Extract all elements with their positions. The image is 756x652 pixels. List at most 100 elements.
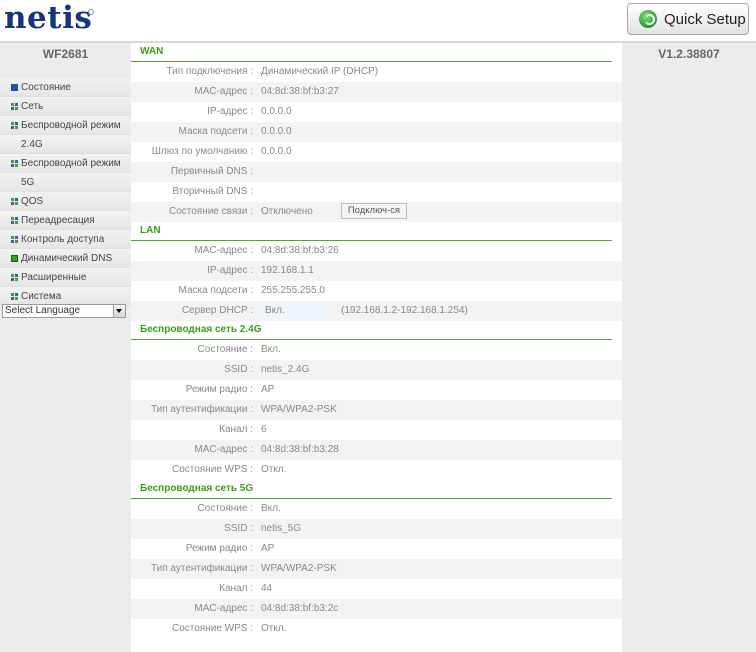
info-value: Динамический IP (DHCP)	[261, 66, 379, 77]
info-row: Состояние : Вкл.	[131, 499, 622, 519]
section-title: WAN	[131, 43, 612, 62]
info-row: Состояние WPS : Откл.	[131, 460, 622, 480]
info-value: WPA/WPA2-PSK	[261, 404, 337, 415]
wireless-5g-section: Беспроводная сеть 5G Состояние : Вкл. SSID …	[131, 480, 622, 639]
registered-mark-icon	[88, 9, 94, 15]
sidebar-menu: Состояние Сеть Беспроводной режим 2.4G Беспр…	[0, 78, 131, 306]
refresh-icon	[639, 10, 657, 28]
info-value: 0.0.0.0	[261, 126, 292, 137]
info-value: 255.255.255.0	[261, 285, 325, 296]
sidebar-item-label: QOS	[21, 196, 44, 207]
info-row: MAC-адрес : 04:8d:38:bf:b3:2c	[131, 599, 622, 619]
info-label: Маска подсети :	[178, 126, 253, 137]
info-row: SSID : netis_5G	[131, 519, 622, 539]
sidebar-item-label: Беспроводной режим	[21, 120, 121, 131]
sidebar-item[interactable]: Состояние	[0, 78, 131, 97]
sidebar-item[interactable]: 2.4G	[0, 135, 131, 154]
info-value: 04:8d:38:bf:b3:27	[261, 86, 339, 97]
info-label: MAC-адрес :	[194, 444, 253, 455]
sidebar-item[interactable]: Контроль доступа	[0, 230, 131, 249]
info-value: 6	[261, 424, 267, 435]
status-square-icon	[11, 84, 18, 91]
info-label: Шлюз по умолчанию :	[151, 146, 253, 157]
info-value: 44	[261, 583, 273, 594]
info-label: MAC-адрес :	[194, 245, 253, 256]
grid-icon	[11, 122, 18, 129]
info-row: IP-адрес : 0.0.0.0	[131, 102, 622, 122]
status-panel: WAN Тип подключения : Динамический IP (DHC…	[131, 43, 622, 652]
right-sidebar: V1.2.38807	[622, 43, 756, 652]
info-label: Тип аутентификации :	[150, 563, 253, 574]
connection-status: Отключено Подключ-ся	[257, 202, 408, 222]
info-row: IP-адрес : 192.168.1.1	[131, 261, 622, 281]
info-row: Режим радио : AP	[131, 539, 622, 559]
grid-icon	[11, 103, 18, 110]
grid-icon	[11, 293, 18, 300]
info-label: SSID :	[224, 364, 253, 375]
info-label: Состояние :	[197, 503, 253, 514]
info-label: IP-адрес :	[207, 265, 253, 276]
sidebar-item-label: Беспроводной режим	[21, 158, 121, 169]
info-label: Состояние WPS :	[171, 464, 253, 475]
info-row: Канал : 6	[131, 420, 622, 440]
ddns-square-icon	[11, 255, 18, 262]
info-row: Маска подсети : 0.0.0.0	[131, 122, 622, 142]
sidebar-item[interactable]: Беспроводной режим	[0, 116, 131, 135]
sidebar-item[interactable]: 5G	[0, 173, 131, 192]
chevron-down-icon[interactable]	[113, 305, 125, 317]
info-label: Состояние :	[197, 344, 253, 355]
info-value: 04:8d:38:bf:b3:28	[261, 444, 339, 455]
info-row: Вторичный DNS :	[131, 182, 622, 202]
sidebar-item[interactable]: Динамический DNS	[0, 249, 131, 268]
info-value: Откл.	[261, 464, 287, 475]
info-value: AP	[261, 543, 275, 554]
info-value: 04:8d:38:bf:b3:2c	[261, 603, 339, 614]
info-row: Шлюз по умолчанию : 0.0.0.0	[131, 142, 622, 162]
info-value: Вкл.	[261, 503, 281, 514]
info-row: MAC-адрес : 04:8d:38:bf:b3:27	[131, 82, 622, 102]
grid-icon	[11, 274, 18, 281]
connect-button[interactable]: Подключ-ся	[340, 203, 408, 220]
info-label: Канал :	[219, 583, 253, 594]
info-value: netis_2.4G	[261, 364, 310, 375]
sidebar-item[interactable]: Сеть	[0, 97, 131, 116]
sidebar-item-label: Сеть	[21, 101, 44, 112]
info-row: Маска подсети : 255.255.255.0	[131, 281, 622, 301]
info-row: Состояние связи : Отключено Подключ-ся	[131, 202, 622, 222]
info-value: WPA/WPA2-PSK	[261, 563, 337, 574]
info-value	[257, 162, 261, 182]
header: netis Quick Setup	[0, 0, 756, 43]
section-title: Беспроводная сеть 5G	[131, 480, 612, 499]
info-value: 192.168.1.1	[261, 265, 314, 276]
info-label: MAC-адрес :	[194, 603, 253, 614]
quick-setup-button[interactable]: Quick Setup	[627, 3, 749, 35]
sidebar-item-label: Состояние	[21, 82, 71, 93]
sidebar-item-label: Динамический DNS	[21, 253, 113, 264]
info-value: 0.0.0.0	[261, 106, 292, 117]
info-value: Вкл.	[261, 344, 281, 355]
info-label: Тип подключения :	[166, 66, 254, 77]
info-row: Режим радио : AP	[131, 380, 622, 400]
info-row: Первичный DNS :	[131, 162, 622, 182]
wireless-24g-section: Беспроводная сеть 2.4G Состояние : Вкл. SSI…	[131, 321, 622, 480]
sidebar-item-label: 5G	[21, 177, 35, 188]
grid-icon	[11, 236, 18, 243]
sidebar-item[interactable]: Расширенные	[0, 268, 131, 287]
info-value	[257, 182, 261, 202]
sidebar-item-label: Контроль доступа	[21, 234, 105, 245]
info-row: Состояние : Вкл.	[131, 340, 622, 360]
dhcp-server: Вкл. (192.168.1.2-192.168.1.254)	[257, 301, 468, 321]
sidebar-item-label: Переадресация	[21, 215, 95, 226]
sidebar-item[interactable]: Беспроводной режим	[0, 154, 131, 173]
info-value: netis_5G	[261, 523, 302, 534]
sidebar-item[interactable]: QOS	[0, 192, 131, 211]
sidebar-item[interactable]: Переадресация	[0, 211, 131, 230]
model-name: WF2681	[42, 47, 89, 61]
language-select[interactable]: Select Language	[2, 304, 126, 318]
left-sidebar: WF2681 Состояние Сеть Беспроводной режим 2.…	[0, 43, 131, 652]
quick-setup-label: Quick Setup	[664, 10, 746, 28]
wan-section: WAN Тип подключения : Динамический IP (DHC…	[131, 43, 622, 222]
netis-logo[interactable]: netis	[4, 0, 92, 36]
grid-icon	[11, 217, 18, 224]
grid-icon	[11, 160, 18, 167]
